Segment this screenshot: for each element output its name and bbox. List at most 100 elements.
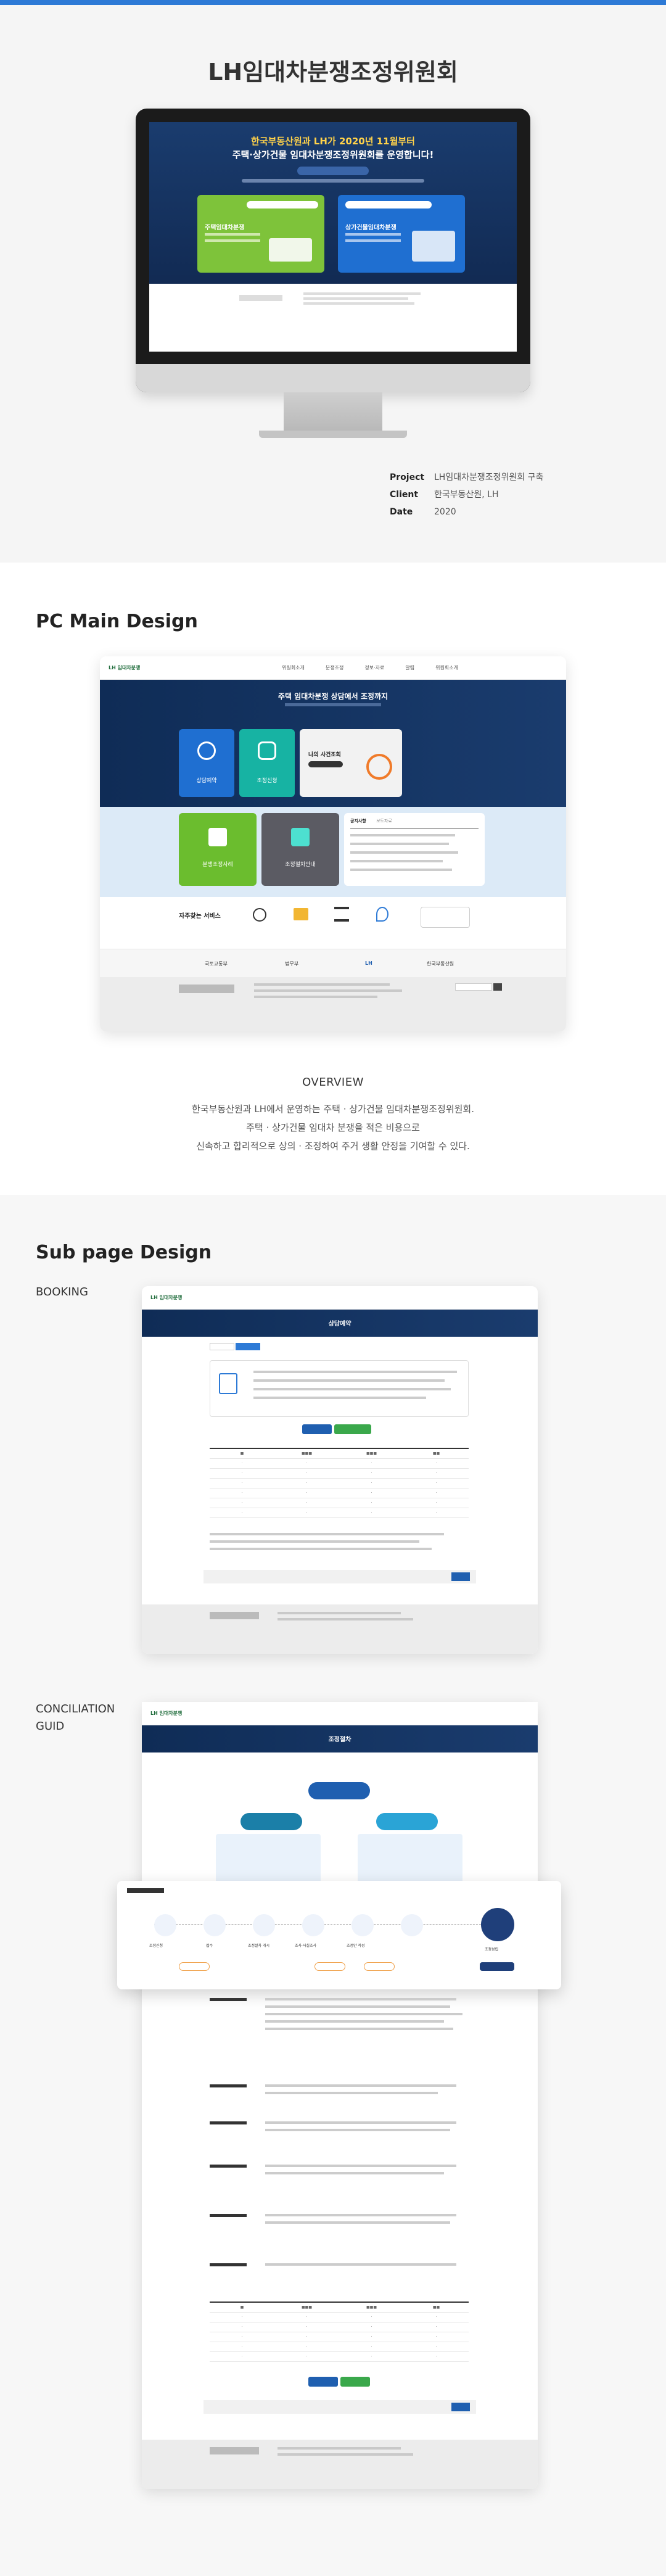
pc-main-heading: PC Main Design <box>36 611 198 632</box>
site-logo[interactable]: LH 임대차분쟁 <box>142 1294 216 1301</box>
banner-line-2: 주택·상가건물 임대차분쟁조정위원회를 운영합니다! <box>232 149 434 160</box>
booking-button-2[interactable] <box>334 1424 371 1434</box>
conciliation-label: CONCILIATION GUID <box>36 1703 115 1733</box>
step <box>401 1914 423 1936</box>
tile-label: 조정절차안내 <box>285 862 316 868</box>
tile-procedure[interactable]: 조정절차안내 <box>261 813 339 886</box>
partner-logo[interactable]: 법무부 <box>285 960 298 967</box>
procedure-text <box>210 1998 469 2288</box>
housing-dispute-card[interactable]: 주택임대차분쟁 <box>197 195 324 273</box>
project-title: LH임대차분쟁조정위원회 <box>208 59 458 86</box>
commercial-card-label: 상가건물임대차분쟁 <box>345 225 397 231</box>
conciliation-screenshot: LH 임대차분쟁 조정절차 조정신청 접수 조정절차 개시 조사·사실조사 조정… <box>117 1702 561 2489</box>
overview-title: OVERVIEW <box>302 1076 364 1089</box>
magnifier-icon <box>366 754 392 780</box>
site-nav: LH 임대차분쟁 위원회소개 분쟁조정 정보·자료 알림 위원회소개 <box>100 656 566 680</box>
nav-item[interactable]: 위원회소개 <box>282 664 305 671</box>
scale-icon <box>291 828 310 846</box>
badge-box <box>421 907 470 928</box>
subpage-section: Sub page Design BOOKING CONCILIATION GUI… <box>0 1195 666 2576</box>
folder-icon[interactable] <box>294 908 308 920</box>
monitor-base <box>259 431 407 438</box>
step-label: 조정신청 <box>149 1944 163 1948</box>
nav-item[interactable]: 정보·자료 <box>364 664 384 671</box>
main-banner: 주택 임대차분쟁 상담에서 조정까지 상담예약 조정신청 나의 사건조회 <box>100 680 566 807</box>
bank-icon[interactable] <box>334 907 349 922</box>
monitor-screen: 한국부동산원과 LH가 2020년 11월부터 주택·상가건물 임대차분쟁조정위… <box>149 122 517 352</box>
booking-banner: 상담예약 <box>142 1310 538 1337</box>
pc-main-section: PC Main Design LH 임대차분쟁 위원회소개 분쟁조정 정보·자료… <box>0 563 666 1195</box>
tile-label: 분쟁조정사례 <box>202 862 233 868</box>
meta-value: 한국부동산원, LH <box>434 490 499 500</box>
booking-label: BOOKING <box>36 1286 88 1298</box>
tile-case-lookup[interactable]: 나의 사건조회 <box>300 729 402 797</box>
subpage-heading: Sub page Design <box>36 1242 212 1263</box>
conciliation-title: 조정절차 <box>328 1736 352 1743</box>
notice-tab[interactable]: 공지사항 <box>350 818 366 824</box>
meta-value: LH임대차분쟁조정위원회 구축 <box>434 473 544 482</box>
nav-item[interactable]: 알림 <box>405 664 414 671</box>
nav-item[interactable]: 위원회소개 <box>435 664 458 671</box>
tile-apply[interactable]: 조정신청 <box>239 729 295 797</box>
document-icon <box>219 1373 237 1394</box>
meta-value: 2020 <box>434 507 456 517</box>
flow-diagram <box>210 1766 469 1889</box>
conciliation-banner: 조정절차 <box>142 1725 538 1752</box>
nav-item[interactable]: 분쟁조정 <box>326 664 343 671</box>
quick-area: 분쟁조정사례 조정절차안내 공지사항 보도자료 <box>100 807 566 897</box>
partner-row: 국토교통부 법무부 LH 한국부동산원 <box>100 949 566 977</box>
meta-key: Project <box>390 473 425 482</box>
top-accent-bar <box>0 0 666 5</box>
tile-label: 나의 사건조회 <box>308 752 341 758</box>
banner-title: 주택 임대차분쟁 상담에서 조정까지 <box>278 692 388 701</box>
step-label: 조정안 작성 <box>347 1944 365 1948</box>
step <box>352 1914 374 1936</box>
site-footer <box>100 977 566 1031</box>
tile-cases[interactable]: 분쟁조정사례 <box>179 813 257 886</box>
overview-line: 신속하고 합리적으로 상의 · 조정하여 주거 생활 안정을 기여할 수 있다. <box>196 1141 470 1152</box>
booking-info-box <box>210 1360 469 1417</box>
conciliation-button-2[interactable] <box>340 2377 370 2387</box>
step-label: 접수 <box>206 1944 213 1948</box>
conciliation-button-1[interactable] <box>308 2377 338 2387</box>
process-panel: 조정신청 접수 조정절차 개시 조사·사실조사 조정안 작성 조정성립 <box>117 1881 561 1989</box>
hero-section: LH임대차분쟁조정위원회 한국부동산원과 LH가 2020년 11월부터 주택·… <box>0 5 666 563</box>
services-row: 자주찾는 서비스 <box>100 897 566 949</box>
step <box>253 1914 275 1936</box>
monitor-stand <box>284 392 382 432</box>
booking-title: 상담예약 <box>328 1321 352 1327</box>
service-icon[interactable] <box>253 908 266 922</box>
house-icon <box>208 828 227 846</box>
site-logo[interactable]: LH 임대차분쟁 <box>142 1710 216 1717</box>
overview-block: OVERVIEW 한국부동산원과 LH에서 운영하는 주택 · 상가건물 임대차… <box>0 1076 666 1155</box>
monitor-mockup: 한국부동산원과 LH가 2020년 11월부터 주택·상가건물 임대차분쟁조정위… <box>136 109 530 392</box>
conciliation-footer <box>142 2440 538 2489</box>
step-final <box>481 1908 514 1941</box>
booking-footer <box>142 1604 538 1654</box>
services-label: 자주찾는 서비스 <box>179 913 221 920</box>
handshake-icon <box>258 741 276 760</box>
pc-main-screenshot: LH 임대차분쟁 위원회소개 분쟁조정 정보·자료 알림 위원회소개 주택 임대… <box>100 656 566 1031</box>
booking-button-1[interactable] <box>302 1424 332 1434</box>
conciliation-pagination <box>204 2400 476 2414</box>
fee-table: ■ ■■■ ■■■ ■■ · · · · · · · · · · · · · · · · · · · · <box>210 2301 469 2362</box>
phone-icon <box>197 741 216 760</box>
step <box>154 1914 176 1936</box>
partner-logo[interactable]: 한국부동산원 <box>427 960 454 967</box>
overview-line: 주택 · 상가건물 임대차 분쟁을 적은 비용으로 <box>246 1122 420 1133</box>
partner-logo[interactable]: LH <box>365 960 372 966</box>
banner-line-1: 한국부동산원과 LH가 2020년 11월부터 <box>250 136 415 147</box>
booking-nav: LH 임대차분쟁 <box>142 1286 538 1310</box>
site-logo[interactable]: LH 임대차분쟁 <box>100 664 174 671</box>
project-meta: Project LH임대차분쟁조정위원회 구축 Client 한국부동산원, LH … <box>390 469 543 521</box>
partner-logo[interactable]: 국토교통부 <box>205 960 228 967</box>
step-label: 조사·사실조사 <box>295 1944 317 1948</box>
step <box>204 1914 226 1936</box>
commercial-dispute-card[interactable]: 상가건물임대차분쟁 <box>338 195 465 273</box>
notice-tab[interactable]: 보도자료 <box>376 818 392 824</box>
tile-booking[interactable]: 상담예약 <box>179 729 234 797</box>
step-label: 조정절차 개시 <box>248 1944 270 1948</box>
overview-line: 한국부동산원과 LH에서 운영하는 주택 · 상가건물 임대차분쟁조정위원회. <box>192 1104 474 1115</box>
location-icon[interactable] <box>376 907 388 922</box>
step <box>302 1914 324 1936</box>
